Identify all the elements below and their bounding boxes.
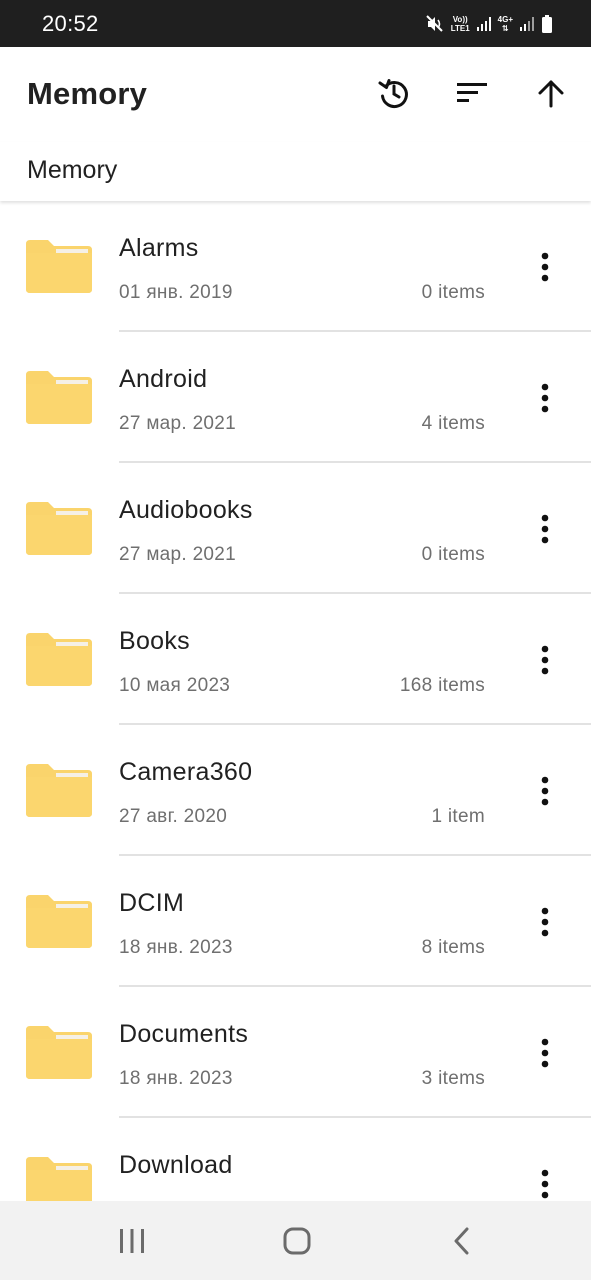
folder-icon: [26, 371, 92, 424]
back-button[interactable]: [442, 1221, 482, 1261]
file-date: 27 мар. 2021: [119, 413, 237, 434]
history-icon: [378, 79, 408, 109]
file-item-count: 168 items: [399, 675, 485, 696]
home-icon: [283, 1227, 311, 1255]
recent-apps-button[interactable]: [112, 1221, 152, 1261]
folder-icon: [26, 1026, 92, 1079]
more-vert-icon: [541, 383, 549, 413]
file-name: Audiobooks: [119, 496, 253, 524]
mute-vibrate-icon: [425, 14, 445, 34]
list-item[interactable]: Books 10 мая 2023 168 items: [0, 594, 591, 725]
list-item[interactable]: Alarms 01 янв. 2019 0 items: [0, 201, 591, 332]
list-item[interactable]: Documents 18 янв. 2023 3 items: [0, 987, 591, 1118]
system-nav-bar: [0, 1201, 591, 1280]
file-item-count: 0 items: [421, 282, 485, 303]
file-name: Download: [119, 1151, 233, 1179]
more-vert-icon: [541, 776, 549, 806]
breadcrumb: Memory: [0, 142, 591, 201]
back-icon: [454, 1227, 469, 1255]
file-list: Alarms 01 янв. 2019 0 items Android 27 м…: [0, 201, 591, 1201]
file-name: Documents: [119, 1020, 249, 1048]
file-date: 18 янв. 2023: [119, 1068, 233, 1089]
more-options-button[interactable]: [525, 1162, 565, 1201]
more-options-button[interactable]: [525, 769, 565, 813]
file-item-count: 8 items: [421, 937, 485, 958]
file-date: 10 мая 2023: [119, 675, 231, 696]
file-item-count: 3 items: [421, 1068, 485, 1089]
folder-icon: [26, 764, 92, 817]
list-item[interactable]: Android 27 мар. 2021 4 items: [0, 332, 591, 463]
file-item-count: 4 items: [421, 413, 485, 434]
signal-icon-2: [519, 16, 535, 32]
list-item[interactable]: Download: [0, 1118, 591, 1201]
more-options-button[interactable]: [525, 507, 565, 551]
volte-indicator: Vo)) LTE1: [450, 15, 470, 33]
folder-icon: [26, 633, 92, 686]
more-vert-icon: [541, 907, 549, 937]
more-vert-icon: [541, 252, 549, 282]
more-options-button[interactable]: [525, 900, 565, 944]
battery-icon: [541, 14, 553, 34]
app-bar: Memory: [0, 47, 591, 142]
list-item[interactable]: Audiobooks 27 мар. 2021 0 items: [0, 463, 591, 594]
file-name: Android: [119, 365, 208, 393]
more-options-button[interactable]: [525, 245, 565, 289]
network-type-indicator: 4G+ ⇅: [497, 15, 513, 33]
status-bar: 20:52 Vo)) LTE1 4G+ ⇅: [0, 0, 591, 47]
folder-icon: [26, 502, 92, 555]
folder-icon: [26, 1157, 92, 1201]
recent-apps-icon: [120, 1229, 144, 1253]
list-item[interactable]: DCIM 18 янв. 2023 8 items: [0, 856, 591, 987]
file-name: DCIM: [119, 889, 185, 917]
file-name: Camera360: [119, 758, 253, 786]
more-vert-icon: [541, 645, 549, 675]
status-time: 20:52: [42, 11, 99, 36]
file-date: 01 янв. 2019: [119, 282, 233, 303]
file-date: 18 янв. 2023: [119, 937, 233, 958]
file-item-count: 0 items: [421, 544, 485, 565]
sort-button[interactable]: [452, 73, 492, 113]
file-date: 27 авг. 2020: [119, 806, 228, 827]
breadcrumb-item-memory[interactable]: Memory: [27, 156, 117, 185]
sort-icon: [457, 83, 487, 102]
arrow-up-icon: [538, 80, 564, 108]
file-name: Books: [119, 627, 190, 655]
home-button[interactable]: [277, 1221, 317, 1261]
status-icons: Vo)) LTE1 4G+ ⇅: [425, 12, 553, 36]
more-vert-icon: [541, 1038, 549, 1068]
page-title: Memory: [27, 76, 148, 111]
file-date: 27 мар. 2021: [119, 544, 237, 565]
signal-icon-1: [476, 16, 492, 32]
more-vert-icon: [541, 514, 549, 544]
more-options-button[interactable]: [525, 376, 565, 420]
file-name: Alarms: [119, 234, 199, 262]
list-item[interactable]: Camera360 27 авг. 2020 1 item: [0, 725, 591, 856]
more-options-button[interactable]: [525, 1031, 565, 1075]
file-item-count: 1 item: [431, 806, 485, 827]
more-options-button[interactable]: [525, 638, 565, 682]
navigate-up-button[interactable]: [531, 73, 571, 113]
folder-icon: [26, 240, 92, 293]
folder-icon: [26, 895, 92, 948]
history-button[interactable]: [374, 73, 414, 113]
more-vert-icon: [541, 1169, 549, 1199]
